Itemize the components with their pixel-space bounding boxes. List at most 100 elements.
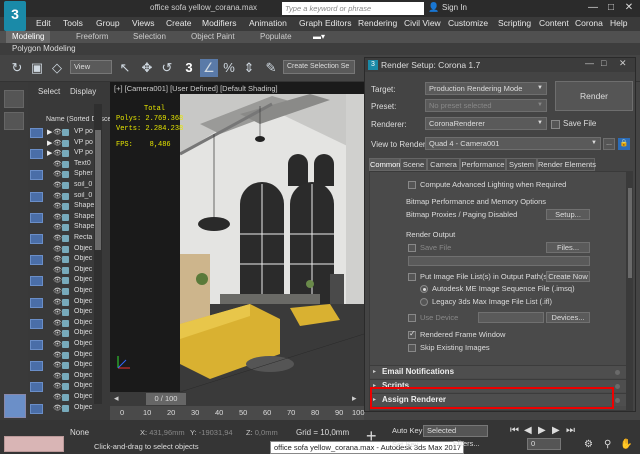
add-time-tag-icon[interactable]: + (366, 426, 377, 447)
filter-icon[interactable] (30, 212, 43, 223)
explorer-toggle-button[interactable] (4, 90, 24, 108)
move-icon[interactable]: ✥ (138, 59, 156, 77)
tab-object-paint[interactable]: Object Paint (191, 32, 235, 41)
key-filters-button[interactable]: Filters... (453, 439, 480, 448)
view-to-render-dropdown[interactable]: Quad 4 - Camera001 ▼ (425, 137, 601, 150)
app-logo[interactable]: 3 (4, 1, 26, 31)
filter-icon[interactable] (30, 255, 43, 266)
goto-start-icon[interactable]: ⏮ (510, 425, 519, 436)
renderer-dropdown[interactable]: CoronaRenderer ▼ (425, 117, 547, 130)
menu-rendering[interactable]: Rendering (358, 18, 397, 28)
devices-button[interactable]: Devices... (546, 312, 590, 323)
visibility-icon[interactable]: 👁 (53, 161, 62, 168)
filter-icon[interactable] (30, 191, 43, 202)
next-key-icon[interactable]: ▶ (552, 425, 560, 436)
dialog-scroll-thumb[interactable] (628, 188, 632, 278)
maximize-button[interactable]: □ (602, 1, 620, 15)
visibility-icon[interactable]: 👁 (53, 150, 62, 157)
filter-icon[interactable] (30, 340, 43, 350)
filter-icon[interactable] (30, 170, 43, 181)
dialog-titlebar[interactable]: 3 Render Setup: Corona 1.7 — □ ✕ (365, 58, 635, 72)
tab-modeling[interactable]: Modeling (6, 31, 51, 43)
tab-populate[interactable]: Populate (260, 32, 292, 41)
skip-existing-checkbox[interactable] (408, 344, 416, 352)
goto-end-icon[interactable]: ⏭ (566, 425, 575, 436)
filter-icon[interactable] (30, 276, 43, 287)
visibility-icon[interactable]: 👁 (53, 330, 62, 337)
preset-dropdown[interactable]: No preset selected ▼ (425, 99, 547, 112)
expand-icon[interactable]: ▶ (47, 128, 52, 136)
rendered-frame-window-checkbox[interactable] (408, 329, 416, 339)
explorer-mode-button[interactable] (4, 394, 26, 418)
unlink-icon[interactable]: ◇ (48, 59, 66, 77)
menu-edit[interactable]: Edit (36, 18, 51, 28)
key-filter-dropdown[interactable]: Selected (423, 425, 488, 437)
tab-selection[interactable]: Selection (133, 32, 166, 41)
tab-freeform[interactable]: Freeform (76, 32, 108, 41)
put-image-list-checkbox[interactable] (408, 273, 416, 281)
play-icon[interactable]: ▶ (538, 425, 546, 436)
lock-view-icon[interactable]: 🔒 (618, 138, 630, 150)
visibility-icon[interactable]: 👁 (53, 203, 62, 210)
time-slider-handle[interactable]: 0 / 100 (146, 393, 186, 405)
legacy-ifl-radio[interactable] (420, 298, 428, 306)
visibility-icon[interactable]: 👁 (53, 214, 62, 221)
filter-icon[interactable] (30, 403, 43, 414)
reference-coord-dropdown[interactable]: View (70, 60, 112, 74)
visibility-icon[interactable]: 👁 (53, 299, 62, 306)
render-button[interactable]: Render (555, 81, 633, 111)
explorer-scroll-thumb[interactable] (95, 130, 101, 250)
visibility-icon[interactable]: 👁 (53, 288, 62, 295)
snap-3-icon[interactable]: 3 (180, 59, 198, 77)
prev-frame-icon[interactable]: ◂ (114, 393, 119, 404)
menu-customize[interactable]: Customize (448, 18, 488, 28)
percent-snap-icon[interactable]: % (220, 59, 238, 77)
menu-modifiers[interactable]: Modifiers (202, 18, 236, 28)
create-now-button[interactable]: Create Now (546, 271, 590, 282)
rollout-email-notifications[interactable]: ▸ Email Notifications (370, 365, 626, 378)
menu-corona[interactable]: Corona (575, 18, 603, 28)
spinner-snap-icon[interactable]: ⇕ (240, 59, 258, 77)
coord-x-field[interactable]: X: 431,96mm (140, 428, 185, 437)
filter-icon[interactable] (30, 382, 43, 393)
output-path-field[interactable] (408, 256, 590, 266)
track-bar[interactable]: 0 10 20 30 40 50 60 70 80 90 100 (110, 406, 365, 420)
sign-in-link[interactable]: Sign In (442, 3, 467, 12)
filter-icon[interactable] (30, 128, 43, 138)
menu-views[interactable]: Views (132, 18, 155, 28)
current-frame-input[interactable]: 0 (527, 438, 561, 450)
save-file-checkbox[interactable] (551, 120, 560, 129)
visibility-icon[interactable]: 👁 (53, 394, 62, 401)
menu-civil-view[interactable]: Civil View (404, 18, 441, 28)
dialog-minimize-button[interactable]: — (585, 58, 594, 68)
pan-icon[interactable]: ✋ (620, 439, 632, 450)
filter-icon[interactable] (30, 318, 43, 329)
select-object-icon[interactable]: ↖ (116, 59, 134, 77)
target-dropdown[interactable]: Production Rendering Mode ▼ (425, 82, 547, 95)
device-field[interactable] (478, 312, 544, 323)
coord-y-field[interactable]: Y: -19031,94 (190, 428, 233, 437)
maxscript-listener[interactable] (4, 436, 64, 452)
filter-icon[interactable] (30, 234, 43, 244)
named-selection-set-dropdown[interactable]: Create Selection Se (283, 60, 355, 74)
dialog-close-button[interactable]: ✕ (619, 58, 627, 69)
ribbon-options-icon[interactable]: ▬▾ (313, 32, 325, 41)
tab-render-elements[interactable]: Render Elements (537, 158, 596, 171)
visibility-icon[interactable]: 👁 (53, 362, 62, 369)
autodesk-me-radio[interactable] (420, 285, 428, 293)
filter-icon[interactable] (30, 297, 43, 308)
visibility-icon[interactable]: 👁 (53, 182, 62, 189)
viewport-label[interactable]: [+] [Camera001] [User Defined] [Default … (114, 84, 278, 93)
time-slider-track[interactable]: ◂ 0 / 100 ▸ (110, 392, 364, 406)
visibility-icon[interactable]: 👁 (53, 129, 62, 136)
tab-scene[interactable]: Scene (400, 158, 427, 171)
coord-z-field[interactable]: Z: 0,0mm (246, 428, 278, 437)
visibility-icon[interactable]: 👁 (53, 171, 62, 178)
menu-create[interactable]: Create (166, 18, 192, 28)
menu-group[interactable]: Group (96, 18, 120, 28)
compute-advanced-lighting-checkbox[interactable] (408, 181, 416, 189)
expand-icon[interactable]: ▶ (47, 149, 52, 157)
visibility-icon[interactable]: 👁 (53, 320, 62, 327)
visibility-icon[interactable]: 👁 (53, 193, 62, 200)
undo-icon[interactable]: ↻ (8, 59, 26, 77)
